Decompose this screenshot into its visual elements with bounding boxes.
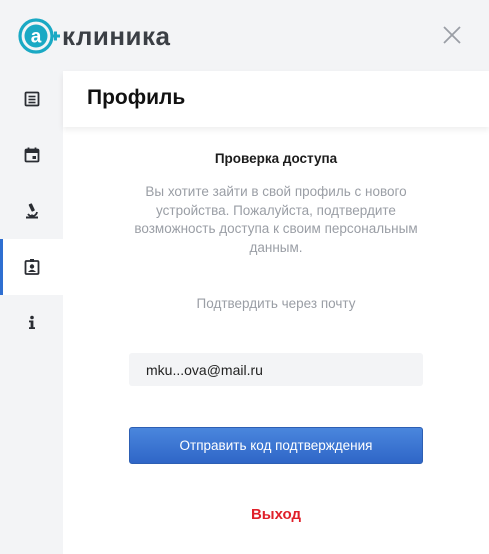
brand-logo: а клиника [18, 15, 171, 57]
calendar-icon [24, 147, 39, 163]
app-header: а клиника [0, 0, 489, 71]
logo-letter: а [31, 27, 42, 48]
logout-link[interactable]: Выход [63, 506, 489, 523]
logo-text: клиника [62, 21, 171, 51]
email-field[interactable]: mku...ova@mail.ru [129, 353, 423, 386]
sidebar-item-info[interactable] [0, 295, 63, 351]
microscope-icon [25, 203, 38, 219]
sidebar-item-calendar[interactable] [0, 127, 63, 183]
logo-mark-icon: а [18, 18, 60, 54]
verification-method-label: Подтвердить через почту [196, 296, 356, 311]
send-code-button[interactable]: Отправить код подтверждения [129, 427, 423, 464]
profile-badge-icon [24, 259, 39, 275]
sidebar [0, 71, 63, 554]
title-bar: Профиль [63, 71, 489, 127]
access-description: Вы хотите зайти в свой профиль с нового … [134, 184, 418, 255]
records-icon [24, 91, 39, 107]
section-title: Проверка доступа [214, 151, 338, 166]
sidebar-item-records[interactable] [0, 71, 63, 127]
close-icon [443, 26, 461, 44]
close-button[interactable] [441, 24, 463, 46]
sidebar-item-profile[interactable] [0, 239, 63, 295]
page-title: Профиль [87, 86, 186, 109]
main-content: Профиль Проверка доступа Вы хотите зайти… [63, 71, 489, 554]
sidebar-item-lab[interactable] [0, 183, 63, 239]
info-icon [28, 315, 35, 329]
